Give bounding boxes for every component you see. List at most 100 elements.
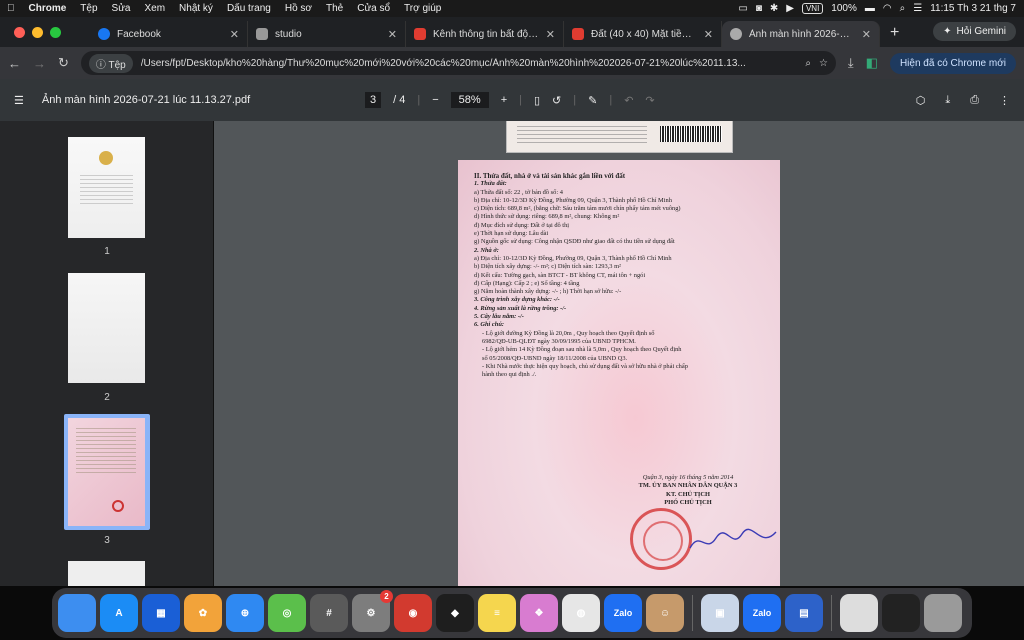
window-controls [14, 27, 61, 38]
zoom-window-button[interactable] [50, 27, 61, 38]
menu-view[interactable]: Xem [137, 3, 172, 14]
close-tab-icon[interactable]: ✕ [230, 28, 239, 41]
close-tab-icon[interactable]: ✕ [388, 28, 397, 41]
apple-icon[interactable]:  [0, 3, 22, 14]
page-thumbnail-2[interactable] [68, 273, 145, 383]
battery-icon[interactable]: ▬ [865, 3, 875, 14]
preview-icon[interactable]: ❖ [520, 594, 558, 632]
wifi-icon[interactable]: ◠ [883, 3, 892, 14]
zalo-icon[interactable]: Zalo [604, 594, 642, 632]
app-store-icon[interactable]: A [100, 594, 138, 632]
system-settings-icon[interactable]: ⚙ 2 [352, 590, 393, 632]
menu-file[interactable]: Tệp [73, 3, 104, 14]
calculator-icon[interactable]: # [310, 594, 348, 632]
annotate-pen-icon[interactable]: ✎ [588, 94, 597, 107]
note-line: số 05/2008/QĐ-UBND ngày 18/11/2008 của U… [482, 354, 628, 362]
zoom-magnifier-icon[interactable]: ⌕ [805, 58, 811, 69]
tab-land-listing[interactable]: Đất (40 x 40) Mặt tiền 68 ✕ [564, 21, 722, 47]
page-thumbnail-4[interactable] [68, 561, 145, 586]
forward-icon[interactable]: → [33, 56, 46, 71]
close-tab-icon[interactable]: ✕ [862, 28, 871, 41]
undo-icon[interactable]: ↶ [624, 94, 633, 107]
contacts-icon[interactable]: ☺ [646, 594, 684, 632]
input-method-indicator[interactable]: VNI [801, 3, 824, 14]
menu-chrome[interactable]: Chrome [22, 3, 74, 14]
control-center-icon[interactable]: ☰ [913, 3, 922, 14]
land-line: g) Nguồn gốc sử dụng: Công nhận QSDĐ như… [474, 238, 675, 246]
rotate-icon[interactable]: ↺ [552, 94, 561, 107]
page-number-input[interactable]: 3 [365, 92, 382, 108]
finder-icon[interactable] [58, 594, 96, 632]
menubar-clock[interactable]: 11:15 Th 3 21 thg 7 [930, 3, 1016, 14]
menu-bookmarks[interactable]: Dấu trang [220, 3, 278, 14]
play-icon[interactable]: ▶ [786, 3, 794, 14]
tab-facebook[interactable]: Facebook ✕ [90, 21, 248, 47]
stamp-mark [112, 500, 124, 512]
image-viewer-icon[interactable]: ▣ [701, 594, 739, 632]
zoom-level-input[interactable]: 58% [450, 92, 489, 108]
print-icon[interactable]: ⎙ [970, 94, 979, 107]
section-house: 2. Nhà ở: [474, 246, 499, 254]
windows-app-icon[interactable]: ▦ [142, 594, 180, 632]
camera-icon[interactable]: ◙ [756, 3, 762, 14]
notes-icon[interactable]: ≡ [478, 594, 516, 632]
binance-icon[interactable]: ◆ [436, 594, 474, 632]
screen-mirroring-icon[interactable]: ▭ [738, 3, 747, 14]
url-text[interactable]: /Users/fpt/Desktop/kho%20hàng/Thư%20mục%… [141, 58, 798, 69]
zoom-out-icon[interactable]: − [432, 94, 438, 106]
new-tab-button[interactable]: + [880, 24, 909, 47]
bluetooth-icon[interactable]: ✱ [770, 3, 778, 14]
screenshot-app-icon[interactable]: ▤ [785, 594, 823, 632]
back-icon[interactable]: ← [8, 56, 21, 71]
more-options-icon[interactable]: ⋮ [999, 94, 1010, 107]
close-window-button[interactable] [14, 27, 25, 38]
reload-icon[interactable]: ↻ [58, 55, 69, 71]
fit-page-icon[interactable]: ▯ [534, 94, 540, 107]
close-tab-icon[interactable]: ✕ [546, 28, 555, 41]
add-to-drive-icon[interactable]: ⬡ [916, 94, 926, 107]
chrome-icon[interactable]: ◍ [562, 594, 600, 632]
menu-help[interactable]: Trợ giúp [397, 3, 448, 14]
page-total: / 4 [393, 94, 406, 106]
new-chrome-available-button[interactable]: Hiện đã có Chrome mới [889, 52, 1016, 74]
address-bar[interactable]: ⓘ Tệp /Users/fpt/Desktop/kho%20hàng/Thư%… [80, 51, 836, 75]
photos-icon[interactable]: ✿ [184, 594, 222, 632]
ask-gemini-button[interactable]: ✦ Hỏi Gemini [933, 22, 1016, 41]
menu-profiles[interactable]: Hồ sơ [278, 3, 319, 14]
minimized-window-thumbnail[interactable] [840, 594, 878, 632]
page-thumbnail-1[interactable] [68, 137, 145, 238]
downloads-icon[interactable]: ⤓ [848, 55, 854, 71]
trash-icon[interactable] [924, 594, 962, 632]
menu-history[interactable]: Nhật ký [172, 3, 220, 14]
pdf-viewer-canvas[interactable]: II. Thửa đất, nhà ở và tài sản khác gắn … [214, 121, 1024, 586]
battery-percentage[interactable]: 100% [831, 3, 857, 14]
tab-label: Đất (40 x 40) Mặt tiền 68 [591, 28, 697, 40]
tab-pdf-screenshot[interactable]: Ảnh màn hình 2026-07-21 ✕ [722, 21, 880, 47]
zoom-in-icon[interactable]: + [501, 94, 507, 106]
menu-tab[interactable]: Thẻ [319, 3, 350, 14]
extension-icon[interactable]: ◧ [866, 55, 878, 71]
close-tab-icon[interactable]: ✕ [704, 28, 713, 41]
maps-icon[interactable]: ◎ [268, 594, 306, 632]
tab-studio[interactable]: studio ✕ [248, 21, 406, 47]
download-icon[interactable]: ⤓ [945, 94, 950, 107]
menu-hamburger-icon[interactable]: ☰ [14, 94, 24, 107]
minimize-window-button[interactable] [32, 27, 43, 38]
site-info-chip[interactable]: ⓘ Tệp [88, 53, 133, 73]
spotlight-icon[interactable]: ⌕ [900, 3, 906, 14]
thumbnail-text-lines [80, 175, 133, 205]
menu-edit[interactable]: Sửa [105, 3, 138, 14]
page-thumbnail-3[interactable] [68, 418, 145, 526]
zalo-icon[interactable]: Zalo [743, 594, 781, 632]
menu-window[interactable]: Cửa sổ [350, 3, 397, 14]
land-certificate-text: II. Thửa đất, nhà ở và tài sản khác gắn … [474, 172, 770, 379]
section-land: 1. Thửa đất: [474, 180, 507, 188]
minimized-window-thumbnail[interactable] [882, 594, 920, 632]
photo-booth-icon[interactable]: ◉ [394, 594, 432, 632]
redo-icon[interactable]: ↷ [645, 94, 654, 107]
batdongsan-icon [572, 28, 584, 40]
tab-batdongsan-channel[interactable]: Kênh thông tin bất động sả ✕ [406, 21, 564, 47]
safari-icon[interactable]: ⊕ [226, 594, 264, 632]
bookmark-star-icon[interactable]: ☆ [819, 58, 828, 69]
site-info-label: Tệp [108, 59, 126, 71]
